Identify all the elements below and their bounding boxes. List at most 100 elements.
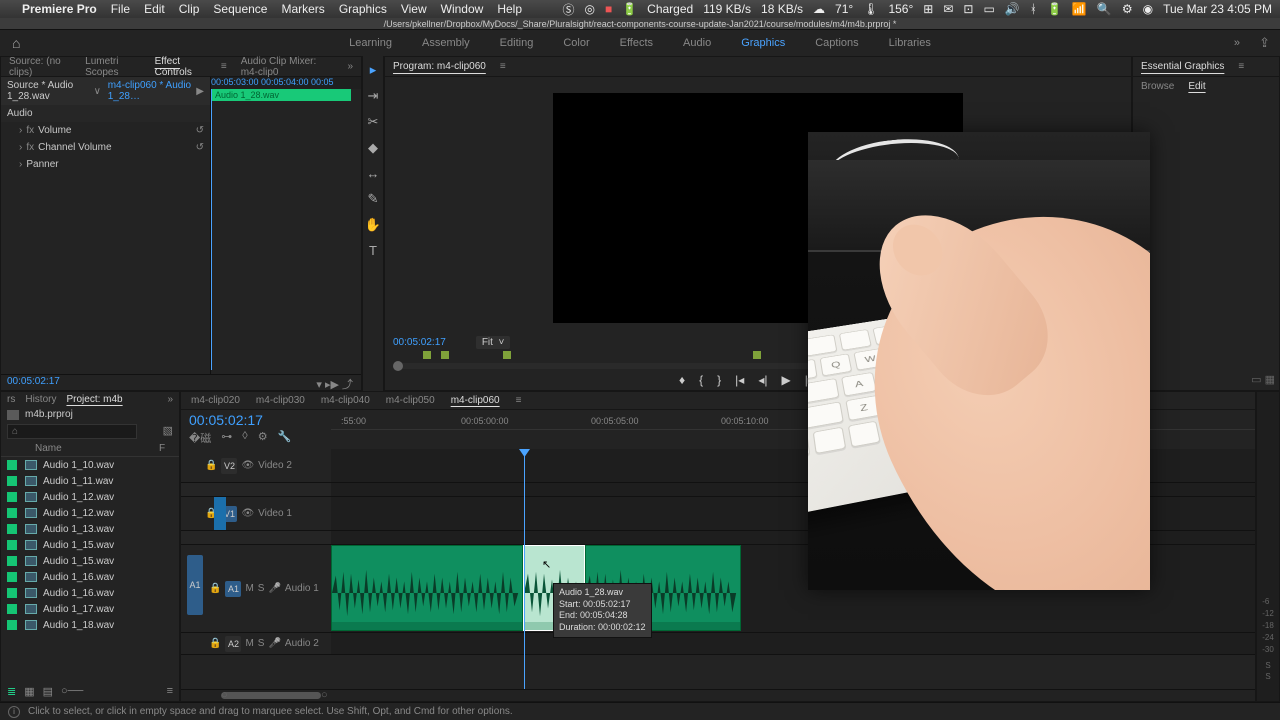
list-item[interactable]: Audio 1_11.wav xyxy=(1,473,179,489)
status-icon[interactable]: ✉ xyxy=(943,2,953,16)
go-to-in-icon[interactable]: |◂ xyxy=(735,373,744,387)
slip-tool-icon[interactable]: ↔ xyxy=(367,166,380,181)
workspace-color[interactable]: Color xyxy=(563,37,589,49)
info-icon[interactable]: i xyxy=(8,706,20,718)
weather-icon[interactable]: ☁ xyxy=(813,2,825,16)
mic-icon[interactable] xyxy=(268,583,280,594)
ec-playhead[interactable] xyxy=(211,89,212,370)
wifi-icon[interactable]: 📶 xyxy=(1072,2,1087,16)
freeform-view-icon[interactable]: ▤ xyxy=(43,685,53,698)
workspace-audio[interactable]: Audio xyxy=(683,37,711,49)
menu-window[interactable]: Window xyxy=(441,2,484,16)
tab-project[interactable]: Project: m4b xyxy=(66,394,122,405)
menu-graphics[interactable]: Graphics xyxy=(339,2,387,16)
status-icon[interactable]: ⊡ xyxy=(963,2,973,16)
track-target-a2[interactable]: A2 xyxy=(225,636,241,652)
type-tool-icon[interactable]: T xyxy=(369,243,377,258)
sequence-tab[interactable]: m4-clip050 xyxy=(386,395,435,406)
lock-icon[interactable] xyxy=(205,460,217,471)
menu-clip[interactable]: Clip xyxy=(179,2,200,16)
app-name[interactable]: Premiere Pro xyxy=(22,2,97,16)
control-center-icon[interactable]: ⚙ xyxy=(1122,2,1133,16)
col-f[interactable]: F xyxy=(159,443,173,454)
ripple-tool-icon[interactable]: ✂ xyxy=(368,114,379,130)
workspace-assembly[interactable]: Assembly xyxy=(422,37,470,49)
list-item[interactable]: Audio 1_10.wav xyxy=(1,457,179,473)
panel-menu-icon[interactable]: ≡ xyxy=(167,685,173,698)
sequence-tab[interactable]: m4-clip040 xyxy=(321,395,370,406)
col-name[interactable]: Name xyxy=(35,443,159,454)
ec-clip-bar[interactable]: Audio 1_28.wav xyxy=(211,89,351,101)
tab-lumetri[interactable]: Lumetri Scopes xyxy=(85,56,140,78)
status-icon[interactable]: Ⓢ xyxy=(562,1,574,18)
record-icon[interactable]: ■ xyxy=(605,2,612,16)
mic-icon[interactable] xyxy=(268,638,280,649)
effect-controls-timeline[interactable]: 00:05:03:00 00:05:04:00 00:05 Audio 1_28… xyxy=(211,77,361,374)
eg-footer-icons[interactable]: ▭ ▦ xyxy=(1133,369,1279,390)
fx-volume[interactable]: ›fxVolume↺ xyxy=(1,122,210,139)
battery-icon[interactable]: 🔋 xyxy=(1047,2,1062,16)
lock-icon[interactable] xyxy=(209,583,221,594)
hand-tool-icon[interactable]: ✋ xyxy=(365,217,381,233)
status-icon[interactable]: ◎ xyxy=(584,2,594,16)
new-bin-icon[interactable]: ▧ xyxy=(163,424,173,437)
play-icon[interactable]: ▶ xyxy=(781,373,790,387)
home-icon[interactable]: ⌂ xyxy=(12,35,20,51)
step-back-icon[interactable]: ◂| xyxy=(758,373,767,387)
track-select-tool-icon[interactable]: ⇥ xyxy=(368,88,379,104)
wrench-icon[interactable]: 🔧 xyxy=(278,430,292,446)
settings-icon[interactable]: ⚙ xyxy=(258,430,268,446)
sequence-tab[interactable]: m4-clip060 xyxy=(451,395,500,406)
fx-panner[interactable]: ›Panner xyxy=(1,156,210,173)
list-item[interactable]: Audio 1_13.wav xyxy=(1,521,179,537)
workspace-graphics[interactable]: Graphics xyxy=(741,37,785,49)
lock-icon[interactable] xyxy=(209,638,221,649)
linked-sel-icon[interactable]: ⊶ xyxy=(221,430,232,446)
workspace-effects[interactable]: Effects xyxy=(620,37,653,49)
workspace-editing[interactable]: Editing xyxy=(500,37,534,49)
ec-group-audio[interactable]: Audio xyxy=(1,105,210,122)
siri-icon[interactable]: ◉ xyxy=(1143,2,1153,16)
menu-sequence[interactable]: Sequence xyxy=(213,2,267,16)
list-item[interactable]: Audio 1_17.wav xyxy=(1,601,179,617)
list-item[interactable]: Audio 1_18.wav xyxy=(1,617,179,633)
workspace-libraries[interactable]: Libraries xyxy=(889,37,931,49)
workspace-learning[interactable]: Learning xyxy=(349,37,392,49)
status-icon[interactable]: ⊞ xyxy=(923,2,933,16)
list-item[interactable]: Audio 1_16.wav xyxy=(1,585,179,601)
audio-meters[interactable]: -6-12-18-24-30 S S xyxy=(1256,391,1280,702)
scrollbar-thumb[interactable] xyxy=(221,692,321,699)
menu-markers[interactable]: Markers xyxy=(281,2,324,16)
eg-tab-browse[interactable]: Browse xyxy=(1141,81,1174,92)
tab-partial[interactable]: rs xyxy=(7,394,15,405)
filter-icon[interactable]: ▾ ▸▶ ⤴ xyxy=(316,376,353,392)
mark-in-icon[interactable]: { xyxy=(699,373,703,387)
sequence-tab[interactable]: m4-clip030 xyxy=(256,395,305,406)
marker-icon[interactable]: ◊ xyxy=(242,430,247,446)
bin-icon[interactable] xyxy=(7,410,19,420)
list-item[interactable]: Audio 1_15.wav xyxy=(1,537,179,553)
menu-edit[interactable]: Edit xyxy=(144,2,165,16)
zoom-slider[interactable]: ○── xyxy=(61,685,83,698)
eye-icon[interactable] xyxy=(241,508,254,519)
list-item[interactable]: Audio 1_15.wav xyxy=(1,553,179,569)
search-icon[interactable]: 🔍 xyxy=(1097,2,1112,16)
panel-overflow-icon[interactable] xyxy=(167,394,173,405)
eg-title[interactable]: Essential Graphics xyxy=(1141,61,1224,72)
cpu-temp-icon[interactable]: 🌡 xyxy=(863,2,878,16)
razor-tool-icon[interactable]: ◆ xyxy=(368,140,378,156)
timeline-zoom-scrollbar[interactable]: ○ ○ xyxy=(181,689,1255,701)
workspace-captions[interactable]: Captions xyxy=(815,37,858,49)
timeline-timecode[interactable]: 00:05:02:17 xyxy=(181,410,331,430)
selection-tool-icon[interactable]: ▸ xyxy=(370,62,377,78)
list-item[interactable]: Audio 1_12.wav xyxy=(1,505,179,521)
clock[interactable]: Tue Mar 23 4:05 PM xyxy=(1163,2,1272,16)
program-title[interactable]: Program: m4-clip060 xyxy=(393,61,486,72)
display-icon[interactable]: ▭ xyxy=(983,2,994,16)
tab-source[interactable]: Source: (no clips) xyxy=(9,56,71,78)
volume-icon[interactable]: 🔊 xyxy=(1005,2,1020,16)
track-target-v2[interactable]: V2 xyxy=(221,458,237,474)
tab-history[interactable]: History xyxy=(25,394,56,405)
bluetooth-icon[interactable]: ᚼ xyxy=(1030,2,1037,16)
snap-icon[interactable]: �磁 xyxy=(189,430,211,446)
